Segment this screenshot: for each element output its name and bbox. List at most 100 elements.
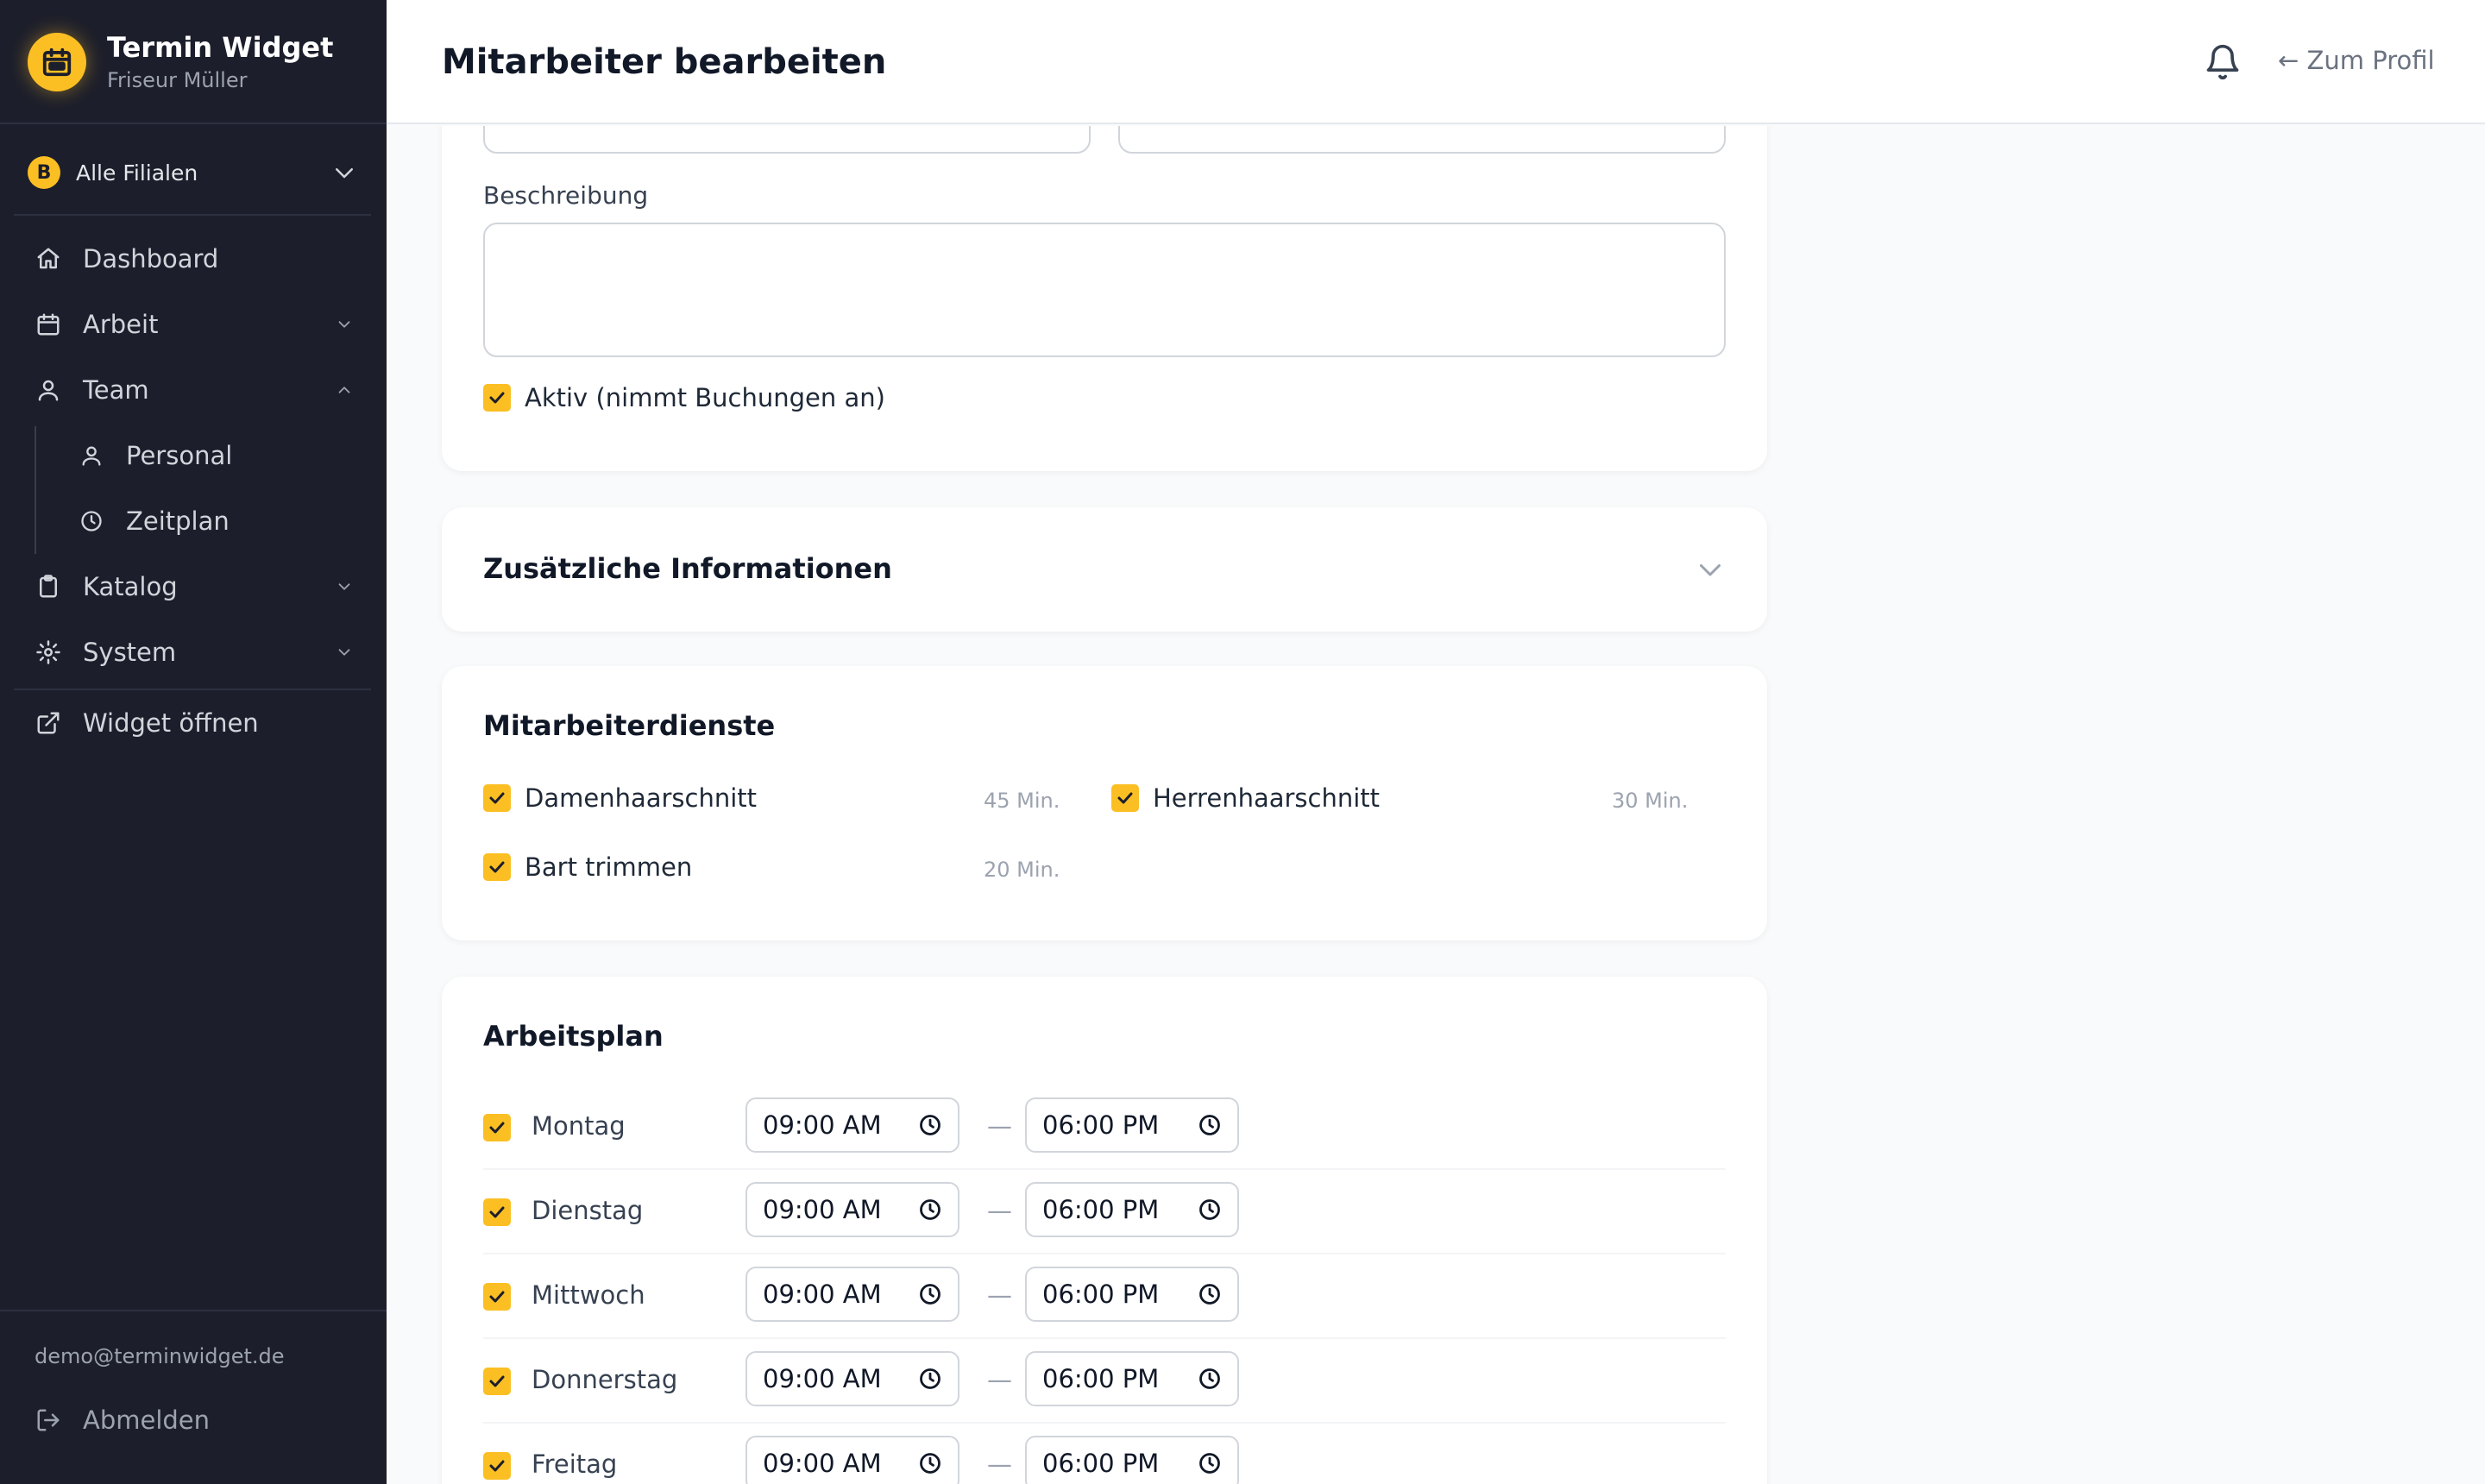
clock-icon	[920, 1368, 941, 1389]
service-duration: 20 Min.	[984, 858, 1060, 882]
sidebar-item-widget[interactable]: Widget öffnen	[35, 699, 354, 747]
schedule-title: Arbeitsplan	[483, 1020, 664, 1053]
end-time-input[interactable]: 06:00 PM	[1025, 1351, 1239, 1406]
brand[interactable]: Termin Widget Friseur Müller	[28, 31, 333, 93]
back-to-profile-link[interactable]: ← Zum Profil	[2278, 43, 2435, 78]
brand-subtitle: Friseur Müller	[107, 68, 248, 92]
active-checkbox[interactable]	[483, 384, 511, 412]
chevron-down-icon	[338, 649, 350, 656]
clock-icon	[78, 507, 105, 535]
chevron-up-icon	[338, 387, 350, 393]
time-separator: —	[987, 1280, 1012, 1310]
time-separator: —	[987, 1196, 1012, 1225]
start-time-input[interactable]: 09:00 AM	[746, 1097, 959, 1153]
sidebar-divider	[0, 123, 387, 124]
sidebar-item-personal[interactable]: Personal	[78, 431, 354, 480]
day-name: Donnerstag	[532, 1365, 678, 1394]
sidebar-item-label: Katalog	[83, 572, 178, 601]
day-checkbox[interactable]	[483, 1114, 511, 1141]
day-checkbox[interactable]	[483, 1198, 511, 1226]
active-checkbox-row[interactable]: Aktiv (nimmt Buchungen an)	[483, 383, 885, 412]
sidebar-item-zeitplan[interactable]: Zeitplan	[78, 497, 354, 545]
description-label: Beschreibung	[483, 181, 649, 210]
form-input-right[interactable]	[1118, 126, 1726, 154]
chevron-down-icon[interactable]	[1695, 554, 1726, 585]
schedule-day-row: Montag 09:00 AM — 06:00 PM	[483, 1085, 1726, 1170]
clock-icon	[920, 1199, 941, 1220]
sidebar: Termin Widget Friseur Müller B Alle Fili…	[0, 0, 387, 1484]
end-time-value: 06:00 PM	[1042, 1449, 1160, 1478]
service-item[interactable]: Herrenhaarschnitt	[1111, 783, 1380, 813]
brand-title: Termin Widget	[107, 31, 334, 64]
time-separator: —	[987, 1111, 1012, 1141]
logout-label: Abmelden	[83, 1405, 211, 1435]
sidebar-item-label: Zeitplan	[126, 506, 230, 536]
day-name: Freitag	[532, 1449, 618, 1479]
day-name: Dienstag	[532, 1196, 644, 1225]
branch-selector[interactable]: B Alle Filialen	[28, 154, 357, 192]
chevron-down-icon	[338, 583, 350, 590]
service-checkbox[interactable]	[483, 784, 511, 812]
end-time-input[interactable]: 06:00 PM	[1025, 1182, 1239, 1237]
clock-icon	[1199, 1453, 1220, 1474]
start-time-input[interactable]: 09:00 AM	[746, 1267, 959, 1322]
clock-icon	[1199, 1284, 1220, 1305]
service-item[interactable]: Bart trimmen	[483, 852, 692, 882]
start-time-input[interactable]: 09:00 AM	[746, 1351, 959, 1406]
service-duration: 30 Min.	[1612, 789, 1689, 813]
day-name: Montag	[532, 1111, 626, 1141]
day-checkbox[interactable]	[483, 1368, 511, 1395]
schedule-day-row: Dienstag 09:00 AM — 06:00 PM	[483, 1170, 1726, 1254]
calendar-logo-icon	[28, 33, 86, 91]
sidebar-item-label: Widget öffnen	[83, 708, 259, 738]
user-icon	[78, 442, 105, 469]
sidebar-item-label: Arbeit	[83, 310, 159, 339]
main-content[interactable]: Beschreibung Aktiv (nimmt Buchungen an) …	[387, 126, 2485, 1484]
sidebar-item-label: Personal	[126, 441, 233, 470]
day-checkbox[interactable]	[483, 1452, 511, 1480]
clock-icon	[920, 1284, 941, 1305]
start-time-value: 09:00 AM	[763, 1110, 882, 1140]
active-checkbox-label: Aktiv (nimmt Buchungen an)	[525, 383, 885, 412]
form-input-left[interactable]	[483, 126, 1091, 154]
additional-info-card[interactable]: Zusätzliche Informationen	[442, 507, 1767, 632]
submenu-line	[35, 426, 36, 554]
start-time-value: 09:00 AM	[763, 1449, 882, 1478]
sidebar-item-arbeit[interactable]: Arbeit	[35, 300, 354, 349]
sidebar-item-dashboard[interactable]: Dashboard	[35, 235, 354, 283]
logout-button[interactable]: Abmelden	[35, 1396, 354, 1444]
logout-icon	[35, 1406, 62, 1434]
service-item[interactable]: Damenhaarschnitt	[483, 783, 757, 813]
start-time-value: 09:00 AM	[763, 1364, 882, 1393]
clock-icon	[1199, 1115, 1220, 1135]
day-name: Mittwoch	[532, 1280, 645, 1310]
service-name: Bart trimmen	[525, 852, 693, 882]
bell-icon[interactable]	[2204, 41, 2242, 83]
sidebar-item-system[interactable]: System	[35, 628, 354, 676]
branch-badge: B	[28, 156, 60, 189]
end-time-input[interactable]: 06:00 PM	[1025, 1436, 1239, 1484]
service-duration: 45 Min.	[984, 789, 1060, 813]
end-time-input[interactable]: 06:00 PM	[1025, 1267, 1239, 1322]
start-time-input[interactable]: 09:00 AM	[746, 1436, 959, 1484]
service-checkbox[interactable]	[1111, 784, 1139, 812]
end-time-value: 06:00 PM	[1042, 1280, 1160, 1309]
description-textarea[interactable]	[483, 223, 1726, 357]
sidebar-item-team[interactable]: Team	[35, 366, 354, 414]
branch-label: Alle Filialen	[76, 160, 198, 186]
service-checkbox[interactable]	[483, 853, 511, 881]
external-link-icon	[35, 709, 62, 737]
user-icon	[35, 376, 62, 404]
basic-info-card: Beschreibung Aktiv (nimmt Buchungen an)	[442, 126, 1767, 471]
start-time-input[interactable]: 09:00 AM	[746, 1182, 959, 1237]
schedule-day-row: Donnerstag 09:00 AM — 06:00 PM	[483, 1339, 1726, 1424]
sidebar-item-label: Dashboard	[83, 244, 219, 274]
page-title: Mitarbeiter bearbeiten	[442, 42, 887, 82]
time-separator: —	[987, 1365, 1012, 1394]
end-time-input[interactable]: 06:00 PM	[1025, 1097, 1239, 1153]
additional-info-title: Zusätzliche Informationen	[483, 552, 892, 585]
services-card: Mitarbeiterdienste Damenhaarschnitt 45 M…	[442, 666, 1767, 940]
sidebar-item-katalog[interactable]: Katalog	[35, 563, 354, 611]
service-name: Damenhaarschnitt	[525, 783, 758, 813]
day-checkbox[interactable]	[483, 1283, 511, 1311]
